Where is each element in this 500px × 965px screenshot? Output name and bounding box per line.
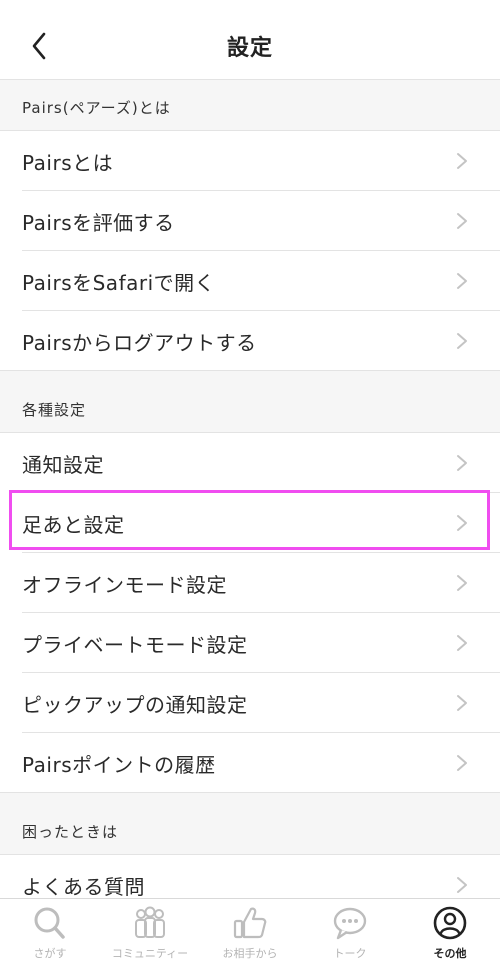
navigation-bar: 設定: [0, 0, 500, 80]
chevron-right-icon: [457, 273, 467, 289]
section-title: 各種設定: [22, 401, 87, 419]
menu-item-label: ピックアップの通知設定: [22, 693, 248, 717]
menu-item-rate-pairs[interactable]: Pairsを評価する: [0, 191, 500, 251]
chevron-right-icon: [457, 695, 467, 711]
community-icon: [135, 906, 165, 938]
thumbs-up-icon: [233, 907, 267, 939]
chat-bubble-icon: [333, 907, 367, 940]
menu-item-points-history[interactable]: Pairsポイントの履歴: [0, 733, 500, 793]
chevron-right-icon: [457, 455, 467, 471]
menu-item-label: Pairsポイントの履歴: [22, 753, 216, 777]
chevron-right-icon: [457, 515, 467, 531]
tab-search[interactable]: さがす: [0, 899, 100, 965]
menu-item-label: プライベートモード設定: [22, 633, 248, 657]
menu-item-label: オフラインモード設定: [22, 573, 227, 597]
menu-item-label: PairsをSafariで開く: [22, 271, 216, 295]
tab-other[interactable]: その他: [400, 899, 500, 965]
tab-label: お相手から: [222, 947, 278, 960]
chevron-right-icon: [457, 153, 467, 169]
menu-item-label: よくある質問: [22, 875, 145, 899]
menu-item-logout[interactable]: Pairsからログアウトする: [0, 311, 500, 371]
chevron-right-icon: [457, 333, 467, 349]
menu-item-label: Pairsとは: [22, 151, 114, 175]
section-header-settings: 各種設定: [0, 371, 500, 433]
menu-item-offline-mode-settings[interactable]: オフラインモード設定: [0, 553, 500, 613]
chevron-right-icon: [457, 575, 467, 591]
chevron-right-icon: [457, 213, 467, 229]
tab-label: さがす: [33, 947, 67, 960]
chevron-right-icon: [457, 635, 467, 651]
tab-label: その他: [433, 947, 467, 960]
chevron-right-icon: [457, 755, 467, 771]
section-title: Pairs(ペアーズ)とは: [22, 99, 171, 117]
page-title: 設定: [226, 36, 273, 61]
menu-item-label: Pairsからログアウトする: [22, 331, 257, 355]
menu-item-private-mode-settings[interactable]: プライベートモード設定: [0, 613, 500, 673]
chevron-right-icon: [457, 877, 467, 893]
section-title: 困ったときは: [22, 823, 119, 841]
tab-label: トーク: [333, 947, 367, 960]
menu-item-pickup-notification-settings[interactable]: ピックアップの通知設定: [0, 673, 500, 733]
tab-community[interactable]: コミュニティー: [100, 899, 200, 965]
tab-label: コミュニティー: [111, 947, 189, 960]
menu-item-footprint-settings[interactable]: 足あと設定: [0, 493, 500, 553]
tab-likes[interactable]: お相手から: [200, 899, 300, 965]
tab-bar: さがす コミュニティー お相手から トーク その他: [0, 898, 500, 965]
menu-item-notification-settings[interactable]: 通知設定: [0, 433, 500, 493]
menu-item-label: 足あと設定: [22, 513, 125, 537]
section-header-help: 困ったときは: [0, 793, 500, 855]
tab-talk[interactable]: トーク: [300, 899, 400, 965]
search-icon: [34, 907, 65, 939]
profile-icon: [433, 906, 467, 940]
menu-item-about-pairs[interactable]: Pairsとは: [0, 131, 500, 191]
section-header-about: Pairs(ペアーズ)とは: [0, 80, 500, 131]
menu-item-label: 通知設定: [22, 453, 104, 477]
menu-item-label: Pairsを評価する: [22, 211, 175, 235]
menu-item-open-in-safari[interactable]: PairsをSafariで開く: [0, 251, 500, 311]
